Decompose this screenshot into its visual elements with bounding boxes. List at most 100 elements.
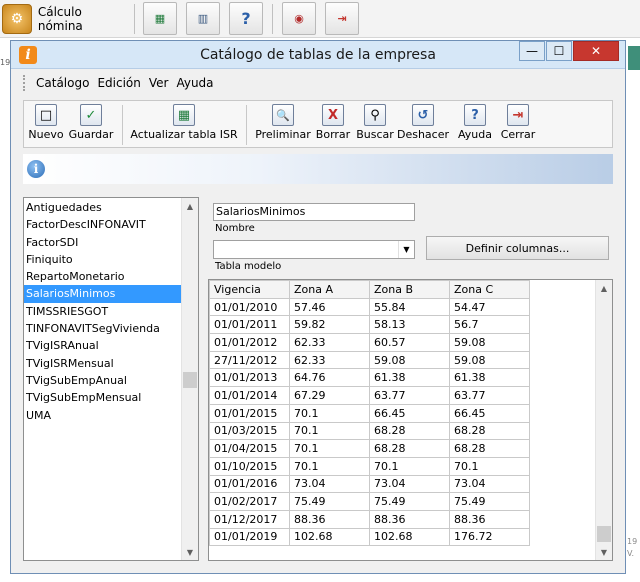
table-cell[interactable]: 61.38 [449,368,530,388]
table-cell[interactable]: 58.13 [369,315,450,335]
list-item[interactable]: Antiguedades [24,199,181,216]
model-table-select[interactable]: ▼ [213,240,415,259]
table-row[interactable]: 01/10/2015 70.1 70.1 70.1 [209,456,530,476]
table-cell[interactable]: 01/01/2015 [209,403,290,423]
table-row[interactable]: 27/11/2012 62.33 59.08 59.08 [209,350,530,370]
table-row[interactable]: 01/01/2010 57.46 55.84 54.47 [209,297,530,317]
table-row[interactable]: 01/04/2015 70.1 68.28 68.28 [209,439,530,458]
list-item[interactable]: TVigISRMensual [24,355,181,372]
window-titlebar[interactable]: i Catálogo de tablas de la empresa — ☐ ✕ [11,41,625,69]
table-cell[interactable]: 102.68 [369,527,450,547]
table-cell[interactable]: 59.08 [449,350,530,370]
table-cell[interactable]: 68.28 [369,439,450,458]
table-cell[interactable]: 68.28 [449,439,530,458]
table-row[interactable]: 01/02/2017 75.49 75.49 75.49 [209,492,530,511]
list-item[interactable]: RepartoMonetario [24,268,181,285]
define-columns-button[interactable]: Definir columnas... [426,236,609,260]
list-item[interactable]: FactorDescINFONAVIT [24,216,181,233]
scroll-down-arrow-icon[interactable]: ▼ [182,544,198,560]
table-row[interactable]: 01/01/2016 73.04 73.04 73.04 [209,474,530,494]
table-cell[interactable]: 73.04 [289,474,370,494]
list-item[interactable]: TVigSubEmpMensual [24,389,181,406]
table-cell[interactable]: 68.28 [449,421,530,441]
table-cell[interactable]: 01/01/2012 [209,333,290,352]
table-cell[interactable]: 01/10/2015 [209,456,290,476]
table-cell[interactable]: 63.77 [449,386,530,405]
table-cell[interactable]: 56.7 [449,315,530,335]
table-cell[interactable]: 01/01/2010 [209,297,290,317]
preview-button[interactable]: 🔍 Preliminar [252,104,314,146]
table-cell[interactable]: 01/01/2014 [209,386,290,405]
grid-scrollbar[interactable]: ▲ ▼ [595,280,612,560]
menu-edicion[interactable]: Edición [93,76,144,90]
close-button[interactable]: ✕ [573,41,619,61]
table-row[interactable]: 01/01/2014 67.29 63.77 63.77 [209,386,530,405]
menu-ver[interactable]: Ver [145,76,173,90]
list-item[interactable]: SalariosMinimos [24,285,181,303]
list-scrollbar[interactable]: ▲ ▼ [181,198,198,560]
scroll-down-arrow-icon[interactable]: ▼ [596,544,612,560]
list-item[interactable]: Finiquito [24,251,181,268]
table-cell[interactable]: 62.33 [289,350,370,370]
table-cell[interactable]: 68.28 [369,421,450,441]
menu-ayuda[interactable]: Ayuda [172,76,217,90]
save-button[interactable]: ✓ Guardar [66,104,116,146]
values-grid[interactable]: Vigencia Zona A Zona B Zona C 01/01/2010… [208,279,613,561]
table-cell[interactable]: 73.04 [369,474,450,494]
table-cell[interactable]: 66.45 [369,403,450,423]
help-button[interactable]: ? [229,2,263,35]
chevron-down-icon[interactable]: ▼ [398,241,414,258]
table-cell[interactable]: 66.45 [449,403,530,423]
payroll-app-button[interactable]: ⚙ Cálculo nómina [2,2,130,35]
table-cell[interactable]: 01/01/2011 [209,315,290,335]
table-cell[interactable]: 88.36 [369,509,450,529]
maximize-button[interactable]: ☐ [546,41,572,61]
table-cell[interactable]: 01/12/2017 [209,509,290,529]
list-item[interactable]: FactorSDI [24,234,181,251]
table-cell[interactable]: 75.49 [289,492,370,511]
table-cell[interactable]: 75.49 [449,492,530,511]
undo-button[interactable]: ↺ Deshacer [396,104,450,146]
table-row[interactable]: 01/01/2015 70.1 66.45 66.45 [209,403,530,423]
table-cell[interactable]: 60.57 [369,333,450,352]
table-row[interactable]: 01/12/2017 88.36 88.36 88.36 [209,509,530,529]
table-cell[interactable]: 01/01/2016 [209,474,290,494]
table-cell[interactable]: 63.77 [369,386,450,405]
menu-catalogo[interactable]: Catálogo [32,76,93,90]
scroll-thumb[interactable] [597,526,611,542]
table-cell[interactable]: 59.08 [449,333,530,352]
minimize-button[interactable]: — [519,41,545,61]
panel-button[interactable]: ▥ [186,2,220,35]
table-row[interactable]: 01/03/2015 70.1 68.28 68.28 [209,421,530,441]
table-cell[interactable]: 62.33 [289,333,370,352]
tables-list[interactable]: Antiguedades FactorDescINFONAVIT FactorSDI… [23,197,199,561]
list-item[interactable]: TINFONAVITSegVivienda [24,320,181,337]
help-button[interactable]: ? Ayuda [454,104,496,146]
table-cell[interactable]: 54.47 [449,297,530,317]
table-row[interactable]: 01/01/2019 102.68 102.68 176.72 [209,527,530,547]
table-cell[interactable]: 88.36 [449,509,530,529]
table-cell[interactable]: 59.08 [369,350,450,370]
column-header[interactable]: Zona A [289,280,370,299]
table-row[interactable]: 01/01/2012 62.33 60.57 59.08 [209,333,530,352]
imss-button[interactable]: ◉ [282,2,316,35]
table-cell[interactable]: 73.04 [449,474,530,494]
scroll-up-arrow-icon[interactable]: ▲ [182,198,198,214]
list-item[interactable]: TVigISRAnual [24,337,181,354]
excel-button[interactable]: ▦ [143,2,177,35]
close-window-button[interactable]: ⇥ Cerrar [496,104,540,146]
list-item[interactable]: TIMSSRIESGOT [24,303,181,320]
table-cell[interactable]: 70.1 [289,456,370,476]
table-cell[interactable]: 57.46 [289,297,370,317]
table-cell[interactable]: 176.72 [449,527,530,547]
column-header[interactable]: Zona C [449,280,530,299]
table-cell[interactable]: 75.49 [369,492,450,511]
list-item[interactable]: UMA [24,407,181,424]
table-cell[interactable]: 102.68 [289,527,370,547]
list-item[interactable]: TVigSubEmpAnual [24,372,181,389]
table-cell[interactable]: 70.1 [289,439,370,458]
table-cell[interactable]: 01/01/2013 [209,368,290,388]
table-cell[interactable]: 01/03/2015 [209,421,290,441]
table-cell[interactable]: 67.29 [289,386,370,405]
scroll-thumb[interactable] [183,372,197,388]
